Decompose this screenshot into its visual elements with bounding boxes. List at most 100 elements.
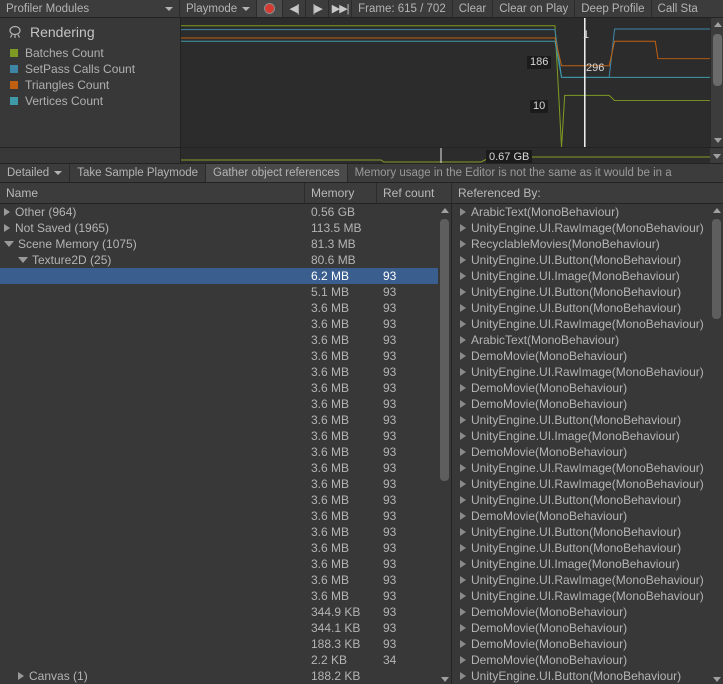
list-item[interactable]: UnityEngine.UI.Button(MonoBehaviour) [452, 300, 723, 316]
chevron-right-icon[interactable] [460, 304, 466, 312]
clear-button[interactable]: Clear [452, 0, 494, 17]
list-item[interactable]: DemoMovie(MonoBehaviour) [452, 620, 723, 636]
table-row[interactable]: 3.6 MB 93 [0, 556, 451, 572]
chevron-down-icon[interactable] [18, 257, 28, 263]
list-item[interactable]: UnityEngine.UI.Image(MonoBehaviour) [452, 556, 723, 572]
table-row[interactable]: 3.6 MB 93 [0, 348, 451, 364]
rendering-module-panel[interactable]: Rendering Batches Count SetPass Calls Co… [0, 18, 181, 147]
record-button[interactable] [257, 0, 284, 17]
chevron-right-icon[interactable] [460, 608, 466, 616]
chevron-right-icon[interactable] [460, 224, 466, 232]
list-item[interactable]: UnityEngine.UI.RawImage(MonoBehaviour) [452, 220, 723, 236]
view-mode-dropdown[interactable]: Detailed [0, 164, 71, 182]
table-row[interactable]: 3.6 MB 93 [0, 428, 451, 444]
chevron-right-icon[interactable] [460, 496, 466, 504]
chevron-right-icon[interactable] [4, 208, 10, 216]
list-item[interactable]: ArabicText(MonoBehaviour) [452, 204, 723, 220]
table-row[interactable]: 3.6 MB 93 [0, 492, 451, 508]
table-row[interactable]: Canvas (1) 188.2 KB [0, 668, 451, 684]
table-row[interactable]: 3.6 MB 93 [0, 380, 451, 396]
chevron-right-icon[interactable] [460, 336, 466, 344]
list-item[interactable]: UnityEngine.UI.RawImage(MonoBehaviour) [452, 476, 723, 492]
referenced-by-scroll-thumb[interactable] [712, 219, 721, 319]
chevron-right-icon[interactable] [460, 656, 466, 664]
referenced-by-pane[interactable]: ArabicText(MonoBehaviour) UnityEngine.UI.… [452, 204, 723, 684]
list-item[interactable]: UnityEngine.UI.Button(MonoBehaviour) [452, 492, 723, 508]
take-sample-button[interactable]: Take Sample Playmode [70, 164, 207, 182]
chevron-right-icon[interactable] [460, 416, 466, 424]
chevron-right-icon[interactable] [460, 320, 466, 328]
list-item[interactable]: UnityEngine.UI.Image(MonoBehaviour) [452, 428, 723, 444]
list-item[interactable]: UnityEngine.UI.RawImage(MonoBehaviour) [452, 572, 723, 588]
chart-scroll-thumb[interactable] [713, 34, 722, 86]
next-frame-button[interactable]: |▶ [306, 0, 330, 17]
list-item[interactable]: UnityEngine.UI.Button(MonoBehaviour) [452, 412, 723, 428]
table-row[interactable]: 2.2 KB 34 [0, 652, 451, 668]
memory-scroll-down-arrow-icon[interactable] [710, 148, 723, 163]
chevron-right-icon[interactable] [460, 368, 466, 376]
chevron-right-icon[interactable] [460, 352, 466, 360]
table-row[interactable]: 3.6 MB 93 [0, 460, 451, 476]
scroll-up-arrow-icon[interactable] [711, 18, 723, 31]
chevron-right-icon[interactable] [460, 400, 466, 408]
list-item[interactable]: UnityEngine.UI.RawImage(MonoBehaviour) [452, 364, 723, 380]
table-row[interactable]: 344.9 KB 93 [0, 604, 451, 620]
table-row[interactable]: 3.6 MB 93 [0, 476, 451, 492]
chevron-right-icon[interactable] [460, 512, 466, 520]
chevron-right-icon[interactable] [460, 544, 466, 552]
chevron-right-icon[interactable] [460, 384, 466, 392]
chevron-down-icon[interactable] [4, 241, 14, 247]
list-item[interactable]: DemoMovie(MonoBehaviour) [452, 444, 723, 460]
table-row[interactable]: 188.3 KB 93 [0, 636, 451, 652]
list-item[interactable]: UnityEngine.UI.Button(MonoBehaviour) [452, 284, 723, 300]
last-frame-button[interactable]: ▶▶| [329, 0, 353, 17]
list-item[interactable]: DemoMovie(MonoBehaviour) [452, 636, 723, 652]
chevron-right-icon[interactable] [460, 672, 466, 680]
scroll-down-arrow-icon[interactable] [438, 673, 451, 684]
chevron-right-icon[interactable] [460, 288, 466, 296]
list-item[interactable]: UnityEngine.UI.RawImage(MonoBehaviour) [452, 588, 723, 604]
chevron-right-icon[interactable] [460, 480, 466, 488]
chevron-right-icon[interactable] [460, 592, 466, 600]
table-row[interactable]: 3.6 MB 93 [0, 396, 451, 412]
list-item[interactable]: RecyclableMovies(MonoBehaviour) [452, 236, 723, 252]
counter-triangles-count[interactable]: Triangles Count [0, 77, 180, 93]
table-row[interactable]: 3.6 MB 93 [0, 524, 451, 540]
gather-object-references-toggle[interactable]: Gather object references [206, 164, 348, 182]
chevron-right-icon[interactable] [18, 672, 24, 680]
list-item[interactable]: UnityEngine.UI.Button(MonoBehaviour) [452, 252, 723, 268]
referenced-by-vertical-scrollbar[interactable] [710, 204, 723, 684]
rendering-graph[interactable]: 1 186 296 10 [181, 18, 723, 147]
table-row[interactable]: Scene Memory (1075) 81.3 MB [0, 236, 451, 252]
list-item[interactable]: UnityEngine.UI.Image(MonoBehaviour) [452, 268, 723, 284]
call-stacks-toggle[interactable]: Call Sta [651, 0, 704, 17]
counter-batches-count[interactable]: Batches Count [0, 45, 180, 61]
chevron-right-icon[interactable] [460, 272, 466, 280]
list-item[interactable]: DemoMovie(MonoBehaviour) [452, 348, 723, 364]
counter-setpass-calls-count[interactable]: SetPass Calls Count [0, 61, 180, 77]
chevron-right-icon[interactable] [460, 448, 466, 456]
table-row[interactable]: 6.2 MB 93 [0, 268, 451, 284]
scroll-down-arrow-icon[interactable] [710, 673, 723, 684]
chevron-right-icon[interactable] [460, 256, 466, 264]
table-row[interactable]: Not Saved (1965) 113.5 MB [0, 220, 451, 236]
scroll-down-arrow-icon[interactable] [711, 134, 723, 147]
chevron-right-icon[interactable] [460, 464, 466, 472]
table-row[interactable]: 3.6 MB 93 [0, 412, 451, 428]
table-row[interactable]: 3.6 MB 93 [0, 300, 451, 316]
table-row[interactable]: 344.1 KB 93 [0, 620, 451, 636]
deep-profile-toggle[interactable]: Deep Profile [575, 0, 652, 17]
table-row[interactable]: 3.6 MB 93 [0, 332, 451, 348]
list-item[interactable]: DemoMovie(MonoBehaviour) [452, 652, 723, 668]
memory-module-panel[interactable] [0, 148, 181, 163]
clear-on-play-toggle[interactable]: Clear on Play [493, 0, 576, 17]
chevron-right-icon[interactable] [4, 224, 10, 232]
table-row[interactable]: 5.1 MB 93 [0, 284, 451, 300]
profiler-modules-dropdown[interactable]: Profiler Modules [0, 0, 180, 17]
list-item[interactable]: UnityEngine.UI.Button(MonoBehaviour) [452, 668, 723, 684]
chevron-right-icon[interactable] [460, 576, 466, 584]
list-item[interactable]: DemoMovie(MonoBehaviour) [452, 604, 723, 620]
list-item[interactable]: UnityEngine.UI.RawImage(MonoBehaviour) [452, 316, 723, 332]
list-item[interactable]: UnityEngine.UI.RawImage(MonoBehaviour) [452, 460, 723, 476]
column-header-ref-count[interactable]: Ref count [377, 183, 452, 203]
